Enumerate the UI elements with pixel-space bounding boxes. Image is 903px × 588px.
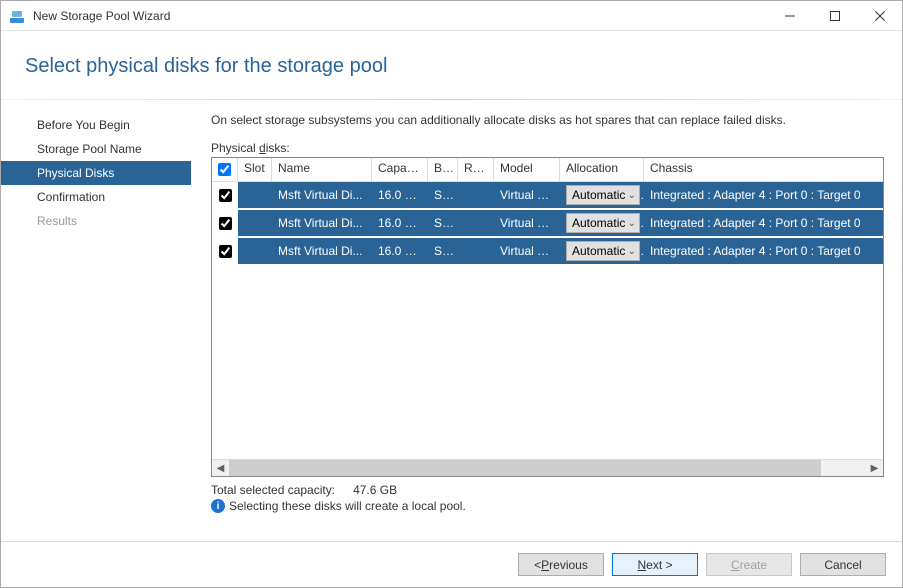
row-checkbox[interactable] [212, 210, 238, 236]
row-chassis: Integrated : Adapter 4 : Port 0 : Target… [644, 216, 883, 230]
allocation-value: Automatic [572, 244, 625, 258]
row-bus: SAS [428, 244, 458, 258]
table-row[interactable]: Msft Virtual Di... 16.0 GB SAS Virtual D… [212, 238, 883, 266]
chevron-down-icon: ⌄ [628, 218, 636, 229]
header-allocation[interactable]: Allocation [560, 158, 644, 181]
row-allocation: Automatic ⌄ [560, 185, 644, 205]
chevron-down-icon: ⌄ [628, 190, 636, 201]
row-capacity: 16.0 GB [372, 216, 428, 230]
separator [1, 99, 902, 100]
minimize-button[interactable] [767, 1, 812, 31]
row-bus: SAS [428, 188, 458, 202]
total-label: Total selected capacity: [211, 483, 335, 497]
row-bus: SAS [428, 216, 458, 230]
row-checkbox[interactable] [212, 182, 238, 208]
titlebar: New Storage Pool Wizard [1, 1, 902, 31]
intro-text: On select storage subsystems you can add… [211, 113, 884, 127]
step-before-you-begin[interactable]: Before You Begin [1, 113, 191, 137]
row-model: Virtual Disk [494, 244, 560, 258]
minimize-icon [785, 11, 795, 21]
info-line: i Selecting these disks will create a lo… [211, 499, 884, 513]
scroll-track[interactable] [229, 460, 866, 476]
row-checkbox[interactable] [212, 238, 238, 264]
allocation-value: Automatic [572, 216, 625, 230]
allocation-dropdown[interactable]: Automatic ⌄ [566, 213, 640, 233]
row-name: Msft Virtual Di... [272, 216, 372, 230]
page-title: Select physical disks for the storage po… [1, 31, 902, 78]
grid-header: Slot Name Capacity Bus RPM Model Allocat… [212, 158, 883, 182]
chevron-down-icon: ⌄ [628, 246, 636, 257]
window-title: New Storage Pool Wizard [33, 9, 170, 23]
table-row[interactable]: Msft Virtual Di... 16.0 GB SAS Virtual D… [212, 210, 883, 238]
horizontal-scrollbar[interactable]: ◀ ▶ [212, 459, 883, 476]
info-text: Selecting these disks will create a loca… [229, 499, 466, 513]
maximize-icon [830, 11, 840, 21]
step-physical-disks[interactable]: Physical Disks [1, 161, 191, 185]
row-chassis: Integrated : Adapter 4 : Port 0 : Target… [644, 244, 883, 258]
previous-button[interactable]: < Previous [518, 553, 604, 576]
allocation-dropdown[interactable]: Automatic ⌄ [566, 185, 640, 205]
step-results: Results [1, 209, 191, 233]
maximize-button[interactable] [812, 1, 857, 31]
totals: Total selected capacity: 47.6 GB [211, 483, 884, 497]
row-allocation: Automatic ⌄ [560, 213, 644, 233]
step-storage-pool-name[interactable]: Storage Pool Name [1, 137, 191, 161]
info-icon: i [211, 499, 225, 513]
header-capacity[interactable]: Capacity [372, 158, 428, 181]
row-capacity: 16.0 GB [372, 244, 428, 258]
cancel-button[interactable]: Cancel [800, 553, 886, 576]
main-content: On select storage subsystems you can add… [191, 101, 902, 539]
app-icon [9, 8, 25, 24]
row-capacity: 16.0 GB [372, 188, 428, 202]
disks-grid: Slot Name Capacity Bus RPM Model Allocat… [211, 157, 884, 477]
create-button: Create [706, 553, 792, 576]
scroll-thumb[interactable] [229, 460, 821, 476]
scroll-left-icon[interactable]: ◀ [212, 460, 229, 477]
row-model: Virtual Disk [494, 188, 560, 202]
step-confirmation[interactable]: Confirmation [1, 185, 191, 209]
total-value: 47.6 GB [353, 483, 397, 497]
header-model[interactable]: Model [494, 158, 560, 181]
row-allocation: Automatic ⌄ [560, 241, 644, 261]
close-icon [875, 11, 885, 21]
header-slot[interactable]: Slot [238, 158, 272, 181]
row-name: Msft Virtual Di... [272, 244, 372, 258]
footer: < Previous Next > Create Cancel [1, 541, 902, 587]
next-button[interactable]: Next > [612, 553, 698, 576]
header-name[interactable]: Name [272, 158, 372, 181]
physical-disks-label: Physical disks: [211, 141, 884, 155]
header-chassis[interactable]: Chassis [644, 158, 883, 181]
row-name: Msft Virtual Di... [272, 188, 372, 202]
grid-body: Msft Virtual Di... 16.0 GB SAS Virtual D… [212, 182, 883, 459]
row-chassis: Integrated : Adapter 4 : Port 0 : Target… [644, 188, 883, 202]
header-checkbox[interactable] [212, 158, 238, 181]
table-row[interactable]: Msft Virtual Di... 16.0 GB SAS Virtual D… [212, 182, 883, 210]
header-bus[interactable]: Bus [428, 158, 458, 181]
scroll-right-icon[interactable]: ▶ [866, 460, 883, 477]
close-button[interactable] [857, 1, 902, 31]
row-model: Virtual Disk [494, 216, 560, 230]
header-rpm[interactable]: RPM [458, 158, 494, 181]
allocation-dropdown[interactable]: Automatic ⌄ [566, 241, 640, 261]
allocation-value: Automatic [572, 188, 625, 202]
wizard-steps: Before You Begin Storage Pool Name Physi… [1, 101, 191, 539]
